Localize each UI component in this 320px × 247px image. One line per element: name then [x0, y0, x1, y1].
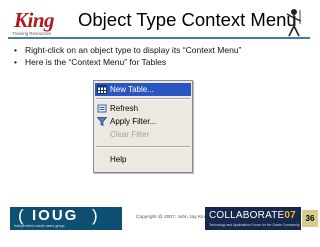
menu-item-label: Refresh: [110, 104, 139, 113]
page-number-badge: 36: [302, 210, 318, 227]
menu-separator: [96, 146, 190, 148]
menu-item-label: Clear Filter: [110, 130, 150, 139]
menu-item-help[interactable]: Help: [95, 153, 191, 166]
ioug-bracket-left: (: [18, 206, 24, 225]
slide-footer: ( IOUG ) independent oracle users group …: [10, 206, 318, 230]
collab-year: 07: [284, 210, 296, 221]
logo-text: King: [14, 8, 55, 32]
ioug-bracket-right: ): [92, 206, 98, 225]
bullet-item: Here is the “Context Menu” for Tables: [14, 56, 241, 68]
collaborate-tagline: Technology and Applications Forum for th…: [209, 223, 300, 227]
menu-item-new-table[interactable]: New Table...: [95, 83, 191, 96]
menu-item-label: New Table...: [110, 85, 154, 94]
menu-item-apply-filter[interactable]: Apply Filter...: [95, 115, 191, 128]
king-training-logo: King Training Resources: [10, 8, 62, 38]
menu-separator: [96, 98, 190, 100]
collab-name: COLLABORATE: [209, 210, 285, 221]
menu-item-label: Apply Filter...: [110, 117, 157, 126]
bullet-list: Right-click on an object type to display…: [14, 44, 241, 68]
copyright-text: Copyright @ 2007, John Jay King: [136, 215, 208, 220]
collaborate-logo: COLLABORATE07 Technology and Application…: [205, 207, 301, 230]
menu-item-refresh[interactable]: Refresh: [95, 102, 191, 115]
refresh-icon: [97, 104, 107, 113]
bullet-item: Right-click on an object type to display…: [14, 44, 241, 56]
ioug-logo: ( IOUG ) independent oracle users group: [10, 206, 122, 230]
menu-item-label: Help: [110, 155, 127, 164]
ioug-logo-text: IOUG: [32, 207, 79, 224]
person-figure-icon: [286, 9, 302, 37]
tables-context-menu: New Table... Refresh Apply Filter... Cle…: [93, 80, 193, 173]
page-title: Object Type Context Menu: [78, 9, 297, 30]
menu-item-clear-filter: Clear Filter: [95, 128, 191, 141]
collaborate-logo-text: COLLABORATE07: [209, 210, 296, 221]
title-divider: [8, 37, 310, 39]
table-grid-icon: [97, 85, 107, 94]
ioug-tagline: independent oracle users group: [14, 224, 65, 228]
filter-funnel-icon: [97, 117, 107, 126]
logo-subtext: Training Resources: [12, 31, 51, 36]
